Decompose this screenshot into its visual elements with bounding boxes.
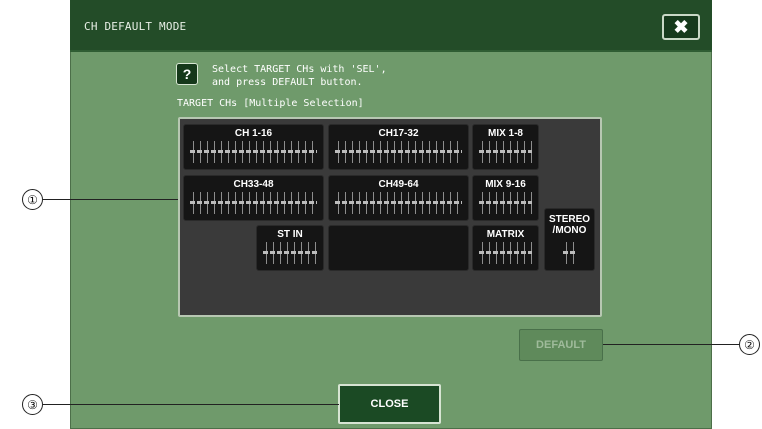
empty-slot [328, 225, 469, 271]
fader-strip-icon [263, 242, 317, 264]
ch-button-label: MIX 1-8 [487, 128, 523, 139]
callout-1: ① [22, 189, 43, 210]
fader-strip-icon [190, 192, 317, 214]
mix-9-16-button[interactable]: MIX 9-16 [472, 175, 539, 221]
fader-strip-icon [190, 141, 317, 163]
ch-33-48-button[interactable]: CH33-48 [183, 175, 324, 221]
ch-button-label: ST IN [277, 229, 303, 240]
close-button[interactable]: CLOSE [338, 384, 441, 424]
dialog-title: CH DEFAULT MODE [84, 20, 187, 33]
fader-strip-icon [479, 242, 532, 264]
callout-3: ③ [22, 394, 43, 415]
ch-button-label: CH49-64 [378, 179, 419, 190]
ch-1-16-button[interactable]: CH 1-16 [183, 124, 324, 170]
matrix-button[interactable]: MATRIX [472, 225, 539, 271]
ch-17-32-button[interactable]: CH17-32 [328, 124, 469, 170]
ch-button-label: CH 1-16 [234, 128, 273, 139]
ch-button-label: STEREO /MONO [548, 214, 591, 236]
ch-button-label: MATRIX [486, 229, 525, 240]
default-button[interactable]: DEFAULT [519, 329, 603, 361]
fader-strip-icon [563, 242, 576, 264]
st-in-button[interactable]: ST IN [256, 225, 324, 271]
fader-strip-icon [335, 141, 462, 163]
fader-strip-icon [479, 141, 532, 163]
mix-1-8-button[interactable]: MIX 1-8 [472, 124, 539, 170]
ch-button-label: CH17-32 [378, 128, 419, 139]
instruction-text: Select TARGET CHs with 'SEL', and press … [212, 64, 387, 88]
callout-1-leader [43, 199, 178, 200]
ch-49-64-button[interactable]: CH49-64 [328, 175, 469, 221]
target-chs-label: TARGET CHs [Multiple Selection] [177, 98, 364, 109]
ch-button-label: MIX 9-16 [485, 179, 526, 190]
target-channels-panel: CH 1-16 CH17-32 MIX 1-8 CH33-48 CH49-64 … [178, 117, 602, 317]
ch-default-mode-dialog: CH DEFAULT MODE ✖ ? Select TARGET CHs wi… [70, 0, 712, 429]
help-icon: ? [176, 63, 198, 85]
callout-2: ② [739, 334, 760, 355]
callout-2-leader [603, 344, 739, 345]
callout-3-leader [43, 404, 339, 405]
stereo-mono-button[interactable]: STEREO /MONO [544, 208, 595, 271]
title-bar: CH DEFAULT MODE ✖ [70, 0, 712, 52]
fader-strip-icon [335, 192, 462, 214]
ch-button-label: CH33-48 [233, 179, 274, 190]
fader-strip-icon [479, 192, 532, 214]
close-icon[interactable]: ✖ [662, 14, 700, 40]
